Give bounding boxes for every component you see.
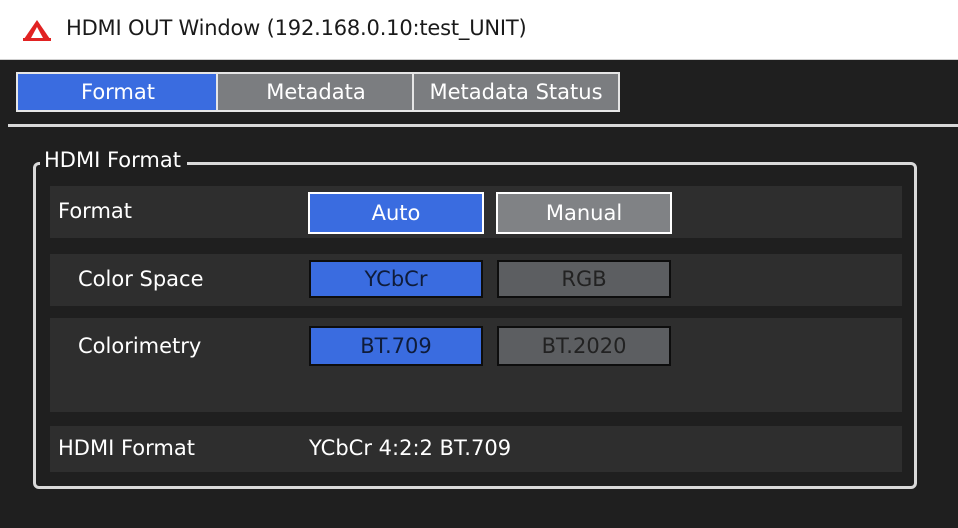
tab-strip: Format Metadata Metadata Status [8,68,958,120]
hdmi-format-label: HDMI Format [58,436,195,460]
app-logo-icon [22,18,52,42]
tab-divider [8,124,958,127]
window-title: HDMI OUT Window (192.168.0.10:test_UNIT) [66,16,527,40]
color-space-label: Color Space [78,267,204,291]
title-bar: HDMI OUT Window (192.168.0.10:test_UNIT) [0,0,958,60]
tab-format[interactable]: Format [16,72,220,112]
colorimetry-label: Colorimetry [78,334,202,358]
manual-button[interactable]: Manual [496,192,672,234]
tab-metadata[interactable]: Metadata [216,72,416,112]
format-label: Format [58,199,133,223]
rgb-button[interactable]: RGB [497,260,671,298]
tab-metadata-status[interactable]: Metadata Status [412,72,620,112]
auto-button[interactable]: Auto [308,192,484,234]
group-title: HDMI Format [40,148,187,172]
hdmi-out-window: HDMI OUT Window (192.168.0.10:test_UNIT)… [0,0,958,528]
bt2020-button[interactable]: BT.2020 [497,326,671,366]
hdmi-format-value: YCbCr 4:2:2 BT.709 [309,436,512,460]
ycbcr-button[interactable]: YCbCr [309,260,483,298]
bt709-button[interactable]: BT.709 [309,326,483,366]
